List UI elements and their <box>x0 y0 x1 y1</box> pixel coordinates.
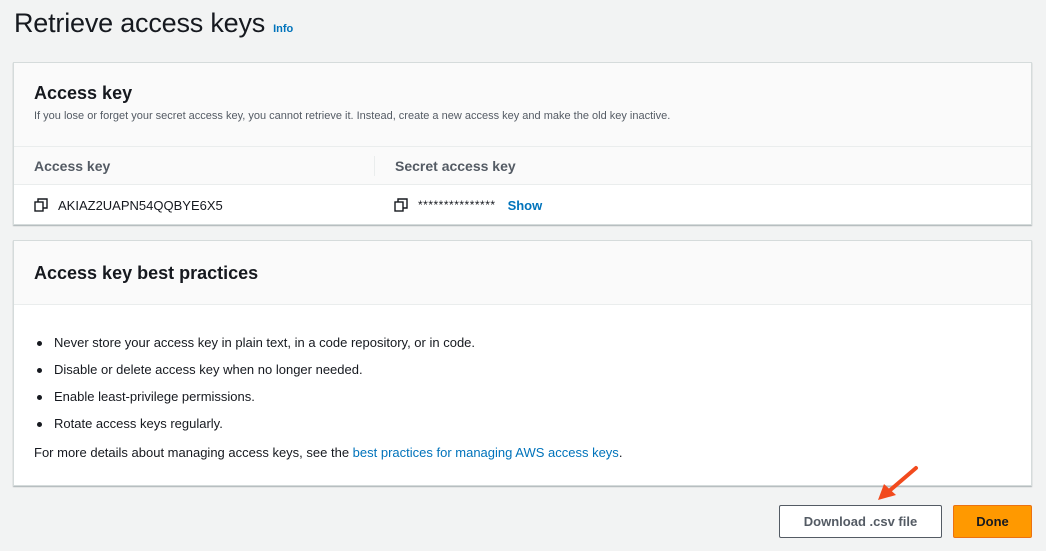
page-title: Retrieve access keys <box>14 8 266 38</box>
access-key-value: AKIAZ2UAPN54QQBYE6X5 <box>58 197 223 213</box>
best-practices-panel-header: Access key best practices <box>14 241 1031 305</box>
best-practices-footer: For more details about managing access k… <box>34 443 1011 463</box>
best-practices-body: Never store your access key in plain tex… <box>14 305 1031 463</box>
access-key-panel: Access key If you lose or forget your se… <box>13 62 1032 225</box>
info-link[interactable]: Info <box>273 23 293 35</box>
copy-icon[interactable] <box>394 198 408 212</box>
best-practices-list: Never store your access key in plain tex… <box>34 329 1011 437</box>
column-header-secret-access-key: Secret access key <box>374 155 1031 176</box>
footer-prefix: For more details about managing access k… <box>34 445 353 460</box>
download-csv-button[interactable]: Download .csv file <box>779 505 942 538</box>
list-item: Enable least-privilege permissions. <box>34 383 1011 410</box>
secret-key-masked: *************** <box>418 198 496 212</box>
list-item: Never store your access key in plain tex… <box>34 329 1011 356</box>
done-button[interactable]: Done <box>953 505 1032 538</box>
page-header: Retrieve access keys Info <box>14 8 293 39</box>
footer-suffix: . <box>618 445 623 460</box>
best-practices-heading: Access key best practices <box>34 263 259 283</box>
page: Retrieve access keys Info Access key If … <box>0 0 1046 551</box>
best-practices-link[interactable]: best practices for managing AWS access k… <box>353 445 619 460</box>
access-key-description: If you lose or forget your secret access… <box>34 110 671 122</box>
annotation-arrow-icon <box>878 466 918 500</box>
column-header-access-key: Access key <box>34 157 111 174</box>
secret-key-cell: *************** Show <box>374 198 1031 213</box>
copy-icon[interactable] <box>34 198 48 212</box>
access-key-panel-header: Access key If you lose or forget your se… <box>14 63 1031 147</box>
access-key-cell: AKIAZ2UAPN54QQBYE6X5 <box>14 198 374 213</box>
list-item: Disable or delete access key when no lon… <box>34 356 1011 383</box>
access-key-table-header: Access key Secret access key <box>14 147 1031 185</box>
show-secret-link[interactable]: Show <box>508 198 543 213</box>
list-item: Rotate access keys regularly. <box>34 410 1011 437</box>
best-practices-panel: Access key best practices Never store yo… <box>13 240 1032 486</box>
access-key-heading: Access key <box>34 83 133 103</box>
table-row: AKIAZ2UAPN54QQBYE6X5 *************** Sho… <box>14 185 1031 225</box>
